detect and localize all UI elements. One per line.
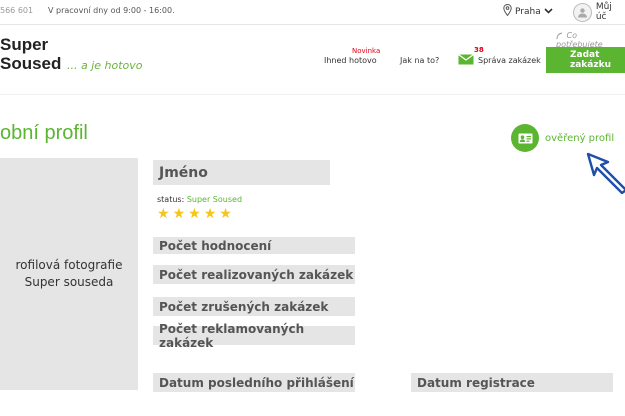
datum-registrace-field: Datum registrace <box>411 373 613 392</box>
id-card-icon <box>511 124 539 152</box>
nav-jak-na-to[interactable]: Jak na to? <box>400 56 439 65</box>
account-menu[interactable]: Můj úč <box>573 2 625 22</box>
sprava-zakazek-label: Správa zakázek <box>478 56 541 65</box>
photo-label-line2: Super souseda <box>24 275 114 289</box>
star-icon: ★ <box>157 206 170 222</box>
pocet-reklamovanych-field: Počet reklamovaných zakázek <box>153 322 355 350</box>
location-label: Praha <box>515 6 541 17</box>
logo-line2[interactable]: Soused <box>0 55 61 73</box>
working-hours: V pracovní dny od 9:00 - 16:00. <box>48 6 175 15</box>
chevron-down-icon <box>544 7 553 17</box>
rating-stars: ★ ★ ★ ★ ★ <box>157 207 232 221</box>
name-field: Jméno <box>153 160 330 185</box>
location-pin-icon <box>503 3 512 19</box>
status-value: Super Soused <box>186 195 243 204</box>
verified-label: ověřený profil <box>545 132 615 144</box>
star-icon: ★ <box>188 206 201 222</box>
pocet-realizovanych-field: Počet realizovaných zakázek <box>153 265 355 284</box>
photo-label-line1: rofilová fotografie <box>15 258 123 272</box>
star-icon: ★ <box>172 206 186 222</box>
account-label: Můj úč <box>595 2 612 22</box>
nav-sprava-zakazek[interactable]: Správa zakázek <box>458 54 541 67</box>
header-divider <box>0 94 625 95</box>
status-line: status: Super Soused <box>157 195 242 204</box>
envelope-icon <box>458 54 474 67</box>
status-prefix: status: <box>157 195 187 204</box>
page-title: obní profil <box>0 122 88 144</box>
user-avatar-icon <box>573 2 592 22</box>
verified-profile[interactable]: ověřený profil <box>511 124 614 152</box>
zadat-zakazku-button[interactable]: Zadat zakázku <box>546 47 625 73</box>
logo-line1[interactable]: Super <box>0 36 48 54</box>
novinka-badge: Novinka <box>352 47 381 55</box>
pocet-zrusenych-field: Počet zrušených zakázek <box>153 297 355 316</box>
curved-arrow-icon <box>556 32 563 39</box>
star-icon: ★ <box>219 206 232 222</box>
star-icon: ★ <box>203 206 217 222</box>
top-bar: 566 601 V pracovní dny od 9:00 - 16:00. … <box>0 0 625 25</box>
location-selector[interactable]: Praha <box>503 3 553 19</box>
datum-prihlaseni-field: Datum posledního přihlášení <box>153 373 355 392</box>
pointer-arrow-icon <box>586 152 625 198</box>
logo-tagline: ... a je hotovo <box>67 59 143 72</box>
nav-ihned-hotovo[interactable]: Ihned hotovo <box>324 56 377 65</box>
phone-number[interactable]: 566 601 <box>0 6 33 15</box>
profile-photo-placeholder: rofilová fotografie Super souseda <box>0 158 138 390</box>
sprava-count-badge: 38 <box>474 46 484 54</box>
pocet-hodnoceni-field: Počet hodnocení <box>153 237 355 254</box>
